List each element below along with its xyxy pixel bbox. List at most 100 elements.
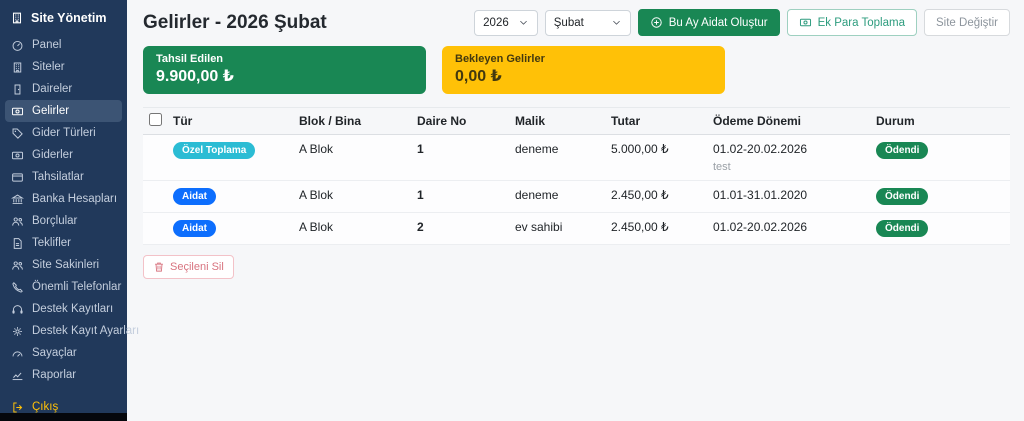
plus-circle-icon: [650, 16, 663, 29]
main-content: Gelirler - 2026 Şubat 2026 Şubat Bu Ay A…: [127, 0, 1024, 421]
column-header-owner: Malik: [511, 107, 607, 135]
column-header-status: Durum: [872, 107, 1010, 135]
period-text: 01.02-20.02.2026: [713, 142, 808, 156]
sidebar-item-siteler[interactable]: Siteler: [5, 56, 122, 78]
block-cell: A Blok: [295, 134, 413, 181]
column-header-unit: Daire No: [413, 107, 511, 135]
type-badge: Aidat: [173, 220, 216, 237]
sidebar-item-borclular[interactable]: Borçlular: [5, 210, 122, 232]
sidebar-item-gider-turleri[interactable]: Gider Türleri: [5, 122, 122, 144]
sidebar-item-teklifler[interactable]: Teklifler: [5, 232, 122, 254]
sidebar: Site Yönetim Panel Siteler Daireler Gelirle…: [0, 0, 139, 421]
owner-cell: deneme: [511, 180, 607, 213]
unit-cell: 2: [413, 212, 511, 245]
sidebar-item-gelirler[interactable]: Gelirler: [5, 100, 122, 122]
month-select-value: Şubat: [553, 16, 584, 29]
sidebar-item-giderler[interactable]: Giderler: [5, 144, 122, 166]
collected-card: Tahsil Edilen 9.900,00 ₺: [143, 46, 426, 94]
delete-selected-button[interactable]: Seçileni Sil: [143, 255, 234, 279]
create-dues-button[interactable]: Bu Ay Aidat Oluştur: [637, 9, 780, 36]
collected-card-value: 9.900,00 ₺: [156, 68, 234, 85]
sidebar-nav: Panel Siteler Daireler Gelirler Gider Türler…: [0, 34, 139, 418]
sidebar-item-panel[interactable]: Panel: [5, 34, 122, 56]
sidebar-item-onemli-telefonlar[interactable]: Önemli Telefonlar: [5, 276, 122, 298]
sidebar-item-daireler[interactable]: Daireler: [5, 78, 122, 100]
column-header-amount: Tutar: [607, 107, 709, 135]
change-site-label: Site Değiştir: [936, 16, 998, 29]
sidebar-bottom-edge: [0, 413, 127, 421]
pending-card: Bekleyen Gelirler 0,00 ₺: [442, 46, 725, 94]
type-badge: Özel Toplama: [173, 142, 256, 159]
building-icon: [10, 11, 24, 25]
owner-cell: ev sahibi: [511, 212, 607, 245]
period-text: 01.01-31.01.2020: [713, 188, 808, 202]
type-badge: Aidat: [173, 188, 216, 205]
table-row: Özel Toplama A Blok 1 deneme 5.000,00 ₺ 01.02…: [143, 134, 1010, 181]
chart-icon: [11, 369, 24, 382]
meter-icon: [11, 347, 24, 360]
amount-cell: 2.450,00 ₺: [607, 212, 709, 245]
pending-card-label: Bekleyen Gelirler: [455, 53, 545, 65]
sidebar-item-raporlar[interactable]: Raporlar: [5, 364, 122, 386]
column-header-type: Tür: [169, 107, 295, 135]
block-cell: A Blok: [295, 212, 413, 245]
unit-cell: 1: [413, 134, 511, 181]
block-cell: A Blok: [295, 180, 413, 213]
tag-icon: [11, 127, 24, 140]
building-icon: [11, 61, 24, 74]
month-select[interactable]: Şubat: [544, 9, 631, 36]
income-table: Tür Blok / Bina Daire No Malik Tutar Öde…: [143, 107, 1010, 279]
period-cell: 01.02-20.02.2026: [709, 212, 872, 245]
status-badge: Ödendi: [876, 188, 929, 205]
year-select-value: 2026: [483, 16, 509, 29]
sidebar-item-tahsilatlar[interactable]: Tahsilatlar: [5, 166, 122, 188]
trash-icon: [153, 261, 165, 273]
column-header-period: Ödeme Dönemi: [709, 107, 872, 135]
status-badge: Ödendi: [876, 142, 929, 159]
sidebar-item-sayaclar[interactable]: Sayaçlar: [5, 342, 122, 364]
period-cell: 01.01-31.01.2020: [709, 180, 872, 213]
column-header-block: Blok / Bina: [295, 107, 413, 135]
owner-cell: deneme: [511, 134, 607, 181]
people-icon: [11, 215, 24, 228]
app-brand[interactable]: Site Yönetim: [0, 0, 127, 34]
sidebar-item-site-sakinleri[interactable]: Site Sakinleri: [5, 254, 122, 276]
bank-icon: [11, 193, 24, 206]
chevron-down-icon: [611, 17, 622, 28]
people-icon: [11, 259, 24, 272]
table-header-row: Tür Blok / Bina Daire No Malik Tutar Öde…: [143, 107, 1010, 135]
select-all-checkbox[interactable]: [149, 113, 162, 126]
sidebar-item-destek-kayit-ayarlari[interactable]: Destek Kayıt Ayarları: [5, 320, 139, 342]
sidebar-item-banka-hesaplari[interactable]: Banka Hesapları: [5, 188, 122, 210]
collected-card-label: Tahsil Edilen: [156, 53, 224, 65]
create-dues-label: Bu Ay Aidat Oluştur: [668, 16, 768, 29]
cash-icon: [11, 105, 24, 118]
period-cell: 01.02-20.02.2026 test: [709, 134, 872, 181]
pending-card-value: 0,00 ₺: [455, 68, 502, 85]
unit-cell: 1: [413, 180, 511, 213]
extra-collection-button[interactable]: Ek Para Toplama: [786, 9, 917, 36]
speedometer-icon: [11, 39, 24, 52]
amount-cell: 2.450,00 ₺: [607, 180, 709, 213]
change-site-button[interactable]: Site Değiştir: [924, 9, 1010, 36]
file-icon: [11, 237, 24, 250]
cash-icon: [11, 149, 24, 162]
delete-selected-label: Seçileni Sil: [170, 261, 224, 273]
app-brand-label: Site Yönetim: [31, 11, 107, 25]
summary-cards: Tahsil Edilen 9.900,00 ₺ Bekleyen Gelirl…: [143, 46, 1010, 94]
sidebar-item-destek-kayitlari[interactable]: Destek Kayıtları: [5, 298, 122, 320]
cash-icon: [799, 16, 812, 29]
year-select[interactable]: 2026: [474, 9, 538, 36]
page-header: Gelirler - 2026 Şubat 2026 Şubat Bu Ay A…: [143, 9, 1010, 36]
header-controls: 2026 Şubat Bu Ay Aidat Oluştur Ek Para T…: [474, 9, 1010, 36]
door-icon: [11, 83, 24, 96]
table-row: Aidat A Blok 2 ev sahibi 2.450,00 ₺ 01.02-20.…: [143, 212, 1010, 245]
page-title: Gelirler - 2026 Şubat: [143, 11, 327, 33]
table-row: Aidat A Blok 1 deneme 2.450,00 ₺ 01.01-31.01.…: [143, 180, 1010, 213]
gear-icon: [11, 325, 24, 338]
logout-icon: [11, 401, 24, 414]
chevron-down-icon: [518, 17, 529, 28]
phone-icon: [11, 281, 24, 294]
period-note: test: [713, 161, 731, 173]
amount-cell: 5.000,00 ₺: [607, 134, 709, 181]
